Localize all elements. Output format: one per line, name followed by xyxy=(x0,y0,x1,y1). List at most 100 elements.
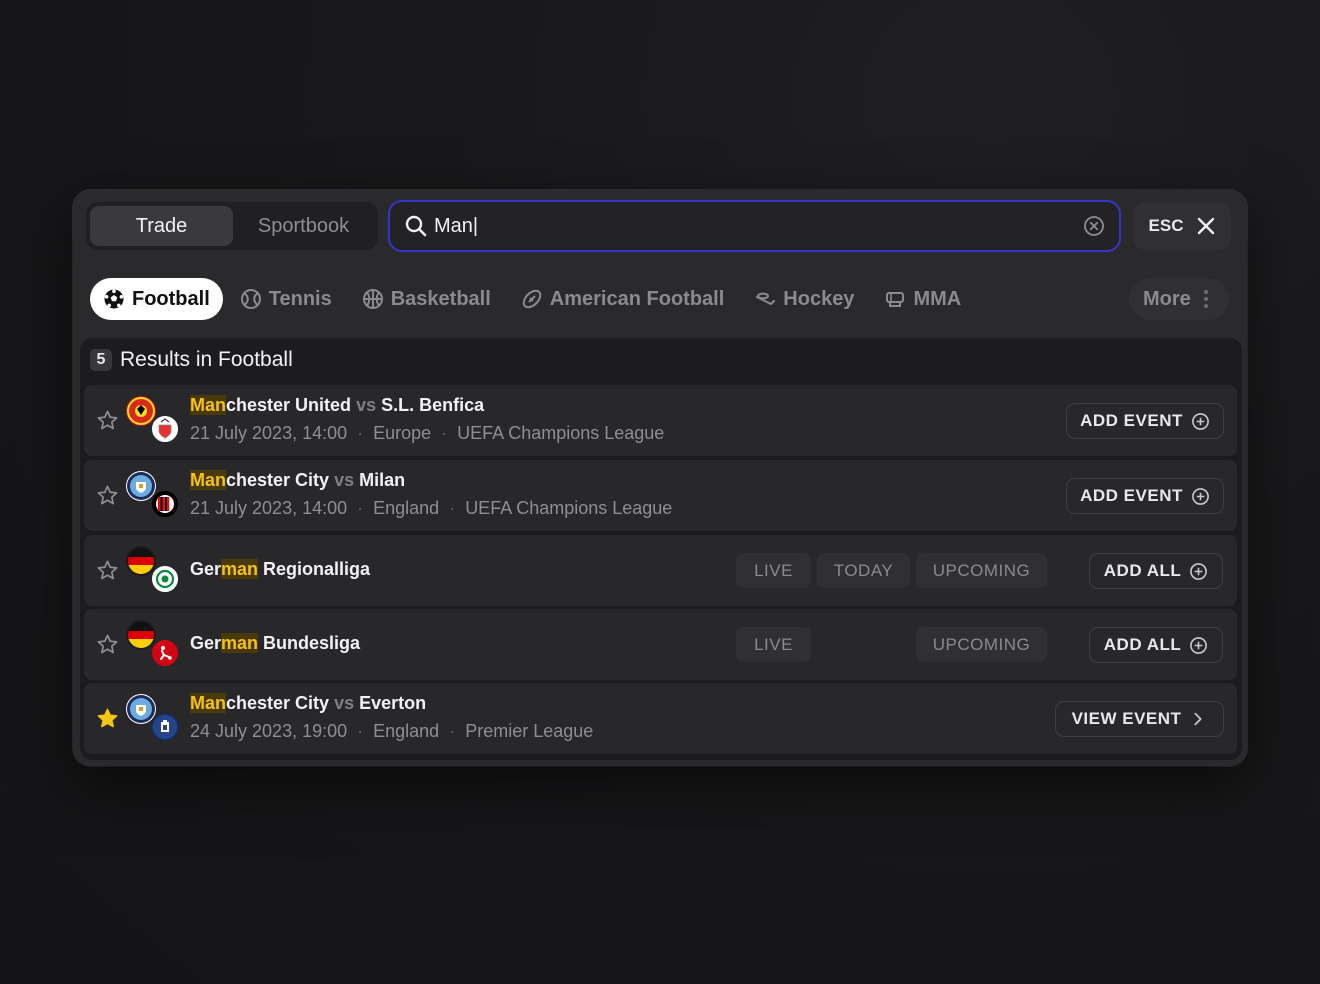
competition-title: German Regionalliga xyxy=(190,559,370,580)
team-logos xyxy=(126,471,182,521)
results-title: Results in Football xyxy=(120,348,293,371)
filter-live[interactable]: LIVE xyxy=(736,553,811,588)
esc-close-button[interactable]: ESC xyxy=(1133,202,1231,250)
vs-label: vs xyxy=(334,693,355,713)
competition-title: German Bundesliga xyxy=(190,633,360,654)
search-highlight: Man xyxy=(190,470,226,490)
search-highlight: Man xyxy=(190,693,226,713)
search-highlight: Man xyxy=(190,395,226,415)
team-home: chester United xyxy=(226,395,352,415)
vs-label: vs xyxy=(356,395,377,415)
search-bar xyxy=(388,200,1121,252)
star-outline-icon[interactable] xyxy=(96,409,119,432)
event-region: Europe xyxy=(373,423,432,443)
separator-dot: · xyxy=(449,721,456,741)
milan-logo xyxy=(150,489,180,519)
chip-mma[interactable]: MMA xyxy=(871,278,974,320)
chip-basketball[interactable]: Basketball xyxy=(349,278,504,320)
mma-icon xyxy=(886,292,905,307)
result-row[interactable]: Manchester United vs S.L. Benfica 21 Jul… xyxy=(84,385,1237,456)
team-away: S.L. Benfica xyxy=(381,395,485,415)
add-event-button[interactable]: ADD EVENT xyxy=(1066,478,1224,514)
search-highlight: man xyxy=(221,559,259,579)
event-title: Manchester United vs S.L. Benfica xyxy=(190,395,484,416)
more-vertical-icon xyxy=(1203,289,1209,309)
team-logos xyxy=(126,694,182,744)
event-title: Manchester City vs Everton xyxy=(190,693,426,714)
result-row[interactable]: German Regionalliga LIVE TODAY UPCOMING … xyxy=(84,535,1237,606)
search-panel: Trade Sportbook ESC Football Tennis Bask… xyxy=(73,190,1247,766)
close-icon xyxy=(1197,217,1215,235)
competition-logos xyxy=(126,620,182,670)
chip-hockey[interactable]: Hockey xyxy=(741,278,867,320)
event-date: 21 July 2023, 14:00 xyxy=(190,423,348,443)
star-filled-icon[interactable] xyxy=(96,707,119,730)
filter-live[interactable]: LIVE xyxy=(736,627,811,662)
result-row[interactable]: German Bundesliga LIVE UPCOMING ADD ALL xyxy=(84,609,1237,680)
event-region: England xyxy=(373,498,440,518)
team-away: Everton xyxy=(359,693,427,713)
results-count-badge: 5 xyxy=(90,349,112,371)
vs-label: vs xyxy=(334,470,355,490)
add-all-button[interactable]: ADD ALL xyxy=(1089,553,1223,589)
filter-upcoming[interactable]: UPCOMING xyxy=(916,553,1047,588)
add-event-button[interactable]: ADD EVENT xyxy=(1066,403,1224,439)
separator-dot: · xyxy=(441,423,448,443)
chip-football[interactable]: Football xyxy=(90,278,223,320)
button-label: ADD ALL xyxy=(1103,561,1182,580)
event-date: 21 July 2023, 14:00 xyxy=(190,498,348,518)
event-league: Premier League xyxy=(465,721,594,741)
button-label: ADD ALL xyxy=(1103,635,1182,654)
competition-prefix: Ger xyxy=(190,633,222,653)
star-outline-icon[interactable] xyxy=(96,559,119,582)
clear-search-icon[interactable] xyxy=(1083,215,1105,237)
filter-upcoming[interactable]: UPCOMING xyxy=(916,627,1047,662)
bundesliga-logo xyxy=(150,638,180,668)
plus-circle-icon xyxy=(1190,562,1208,580)
add-all-button[interactable]: ADD ALL xyxy=(1089,627,1223,663)
hockey-icon xyxy=(756,292,776,305)
event-title: Manchester City vs Milan xyxy=(190,470,405,491)
results-list: 5 Results in Football Manchester United … xyxy=(80,338,1242,760)
chip-label: Football xyxy=(132,287,210,310)
chip-label: MMA xyxy=(913,287,962,310)
results-header: 5 Results in Football xyxy=(90,348,293,372)
event-league: UEFA Champions League xyxy=(457,423,665,443)
result-row[interactable]: Manchester City vs Milan 21 July 2023, 1… xyxy=(84,460,1237,531)
competition-suffix: Bundesliga xyxy=(258,633,361,653)
football-icon xyxy=(104,289,124,309)
esc-label: ESC xyxy=(1148,216,1184,235)
dfb-logo xyxy=(150,564,180,594)
search-icon xyxy=(404,214,428,238)
separator-dot: · xyxy=(357,498,364,518)
view-event-button[interactable]: VIEW EVENT xyxy=(1055,701,1224,737)
more-sports-button[interactable]: More xyxy=(1129,278,1229,320)
competition-logos xyxy=(126,546,182,596)
chip-american-football[interactable]: American Football xyxy=(508,278,737,320)
sport-filter-chips: Football Tennis Basketball American Foot… xyxy=(90,278,978,320)
star-outline-icon[interactable] xyxy=(96,484,119,507)
team-away: Milan xyxy=(359,470,406,490)
mode-toggle: Trade Sportbook xyxy=(86,202,378,250)
search-input[interactable] xyxy=(434,214,1083,238)
event-meta: 21 July 2023, 14:00 · Europe · UEFA Cham… xyxy=(190,423,664,444)
separator-dot: · xyxy=(357,423,364,443)
competition-suffix: Regionalliga xyxy=(258,559,371,579)
plus-circle-icon xyxy=(1190,636,1208,654)
american-football-icon xyxy=(522,289,542,309)
everton-logo xyxy=(150,712,180,742)
basketball-icon xyxy=(362,289,383,309)
result-row[interactable]: Manchester City vs Everton 24 July 2023,… xyxy=(84,683,1237,754)
event-league: UEFA Champions League xyxy=(465,498,673,518)
chip-label: American Football xyxy=(549,287,725,310)
search-highlight: man xyxy=(221,633,259,653)
chip-label: Tennis xyxy=(268,287,332,310)
chip-tennis[interactable]: Tennis xyxy=(227,278,345,320)
chip-label: Basketball xyxy=(390,287,491,310)
mode-sportbook-button[interactable]: Sportbook xyxy=(233,206,374,246)
benfica-logo xyxy=(150,414,180,444)
mode-trade-button[interactable]: Trade xyxy=(90,206,233,246)
filter-today[interactable]: TODAY xyxy=(817,553,910,588)
star-outline-icon[interactable] xyxy=(96,633,119,656)
tennis-icon xyxy=(240,289,261,309)
